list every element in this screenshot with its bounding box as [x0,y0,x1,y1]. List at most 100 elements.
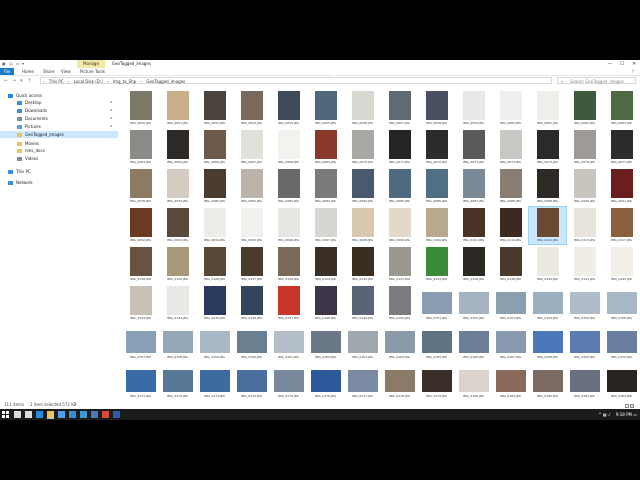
file-item[interactable]: IMG_0088.JPG [492,168,529,205]
file-item[interactable]: IMG_0143.JPG [122,285,159,322]
forward-arrow-icon[interactable]: → [12,77,16,85]
breadcrumb-geotagged-images[interactable]: GeoTagged_images [146,79,185,84]
tab-home[interactable]: Home [22,68,34,75]
file-item[interactable]: IMG_0141.JPG [566,246,603,283]
file-item[interactable]: IMG_0164.JPG [381,324,418,361]
task-view-icon[interactable] [25,411,32,418]
file-item[interactable]: IMG_0161.JPG [270,324,307,361]
clock[interactable]: 9:18 PM [616,412,632,417]
file-item[interactable]: IMG_0052.JPG [196,90,233,127]
file-item[interactable]: IMG_0178.JPG [381,363,418,398]
mail-icon[interactable] [69,411,76,418]
file-item[interactable]: IMG_0173.JPG [196,363,233,398]
sidebar-item-movies[interactable]: Movies [0,140,118,147]
file-item[interactable]: IMG_0177.JPG [344,363,381,398]
file-item[interactable]: IMG_0076.JPG [566,129,603,166]
file-item[interactable]: IMG_0090.JPG [566,168,603,205]
notification-icon[interactable]: ▭ [633,412,637,417]
tab-file[interactable]: File [0,68,14,75]
sidebar-item-downloads[interactable]: Downloads ✱ [0,107,118,114]
file-item[interactable]: IMG_0063.JPG [603,90,640,127]
file-item[interactable]: IMG_0147.JPG [270,285,307,322]
file-item[interactable]: IMG_0156.JPG [603,285,640,322]
file-item[interactable]: IMG_0133.JPG [418,246,455,283]
file-item[interactable]: IMG_0179.JPG [418,363,455,398]
file-item[interactable]: IMG_0085.JPG [381,168,418,205]
file-item[interactable]: IMG_0058.JPG [418,90,455,127]
tab-picture-tools[interactable]: Picture Tools [80,68,105,75]
file-item[interactable]: IMG_0160.JPG [233,324,270,361]
file-item[interactable]: IMG_0158.JPG [159,324,196,361]
file-item[interactable]: IMG_0174.JPG [233,363,270,398]
file-item[interactable]: IMG_0168.JPG [529,324,566,361]
recent-locations-icon[interactable]: ▾ [20,77,23,85]
file-item[interactable]: IMG_0128.JPG [270,246,307,283]
file-item[interactable]: IMG_0071.JPG [381,129,418,166]
file-item[interactable]: IMG_0138.JPG [492,246,529,283]
file-item[interactable]: IMG_0094.JPG [196,207,233,244]
file-item[interactable]: IMG_0157.JPG [122,324,159,361]
properties-icon[interactable]: ☑ [9,61,14,66]
file-item[interactable]: IMG_0092.JPG [122,207,159,244]
file-item[interactable]: IMG_0056.JPG [344,90,381,127]
file-item[interactable]: IMG_0165.JPG [418,324,455,361]
up-arrow-icon[interactable]: ↑ [27,77,31,85]
file-item[interactable]: IMG_0074.JPG [492,129,529,166]
file-item[interactable]: IMG_0081.JPG [233,168,270,205]
file-item[interactable]: IMG_0180.JPG [455,363,492,398]
file-item[interactable]: IMG_0064.JPG [122,129,159,166]
file-item[interactable]: IMG_0093.JPG [159,207,196,244]
file-item[interactable]: IMG_0087.JPG [455,168,492,205]
file-item[interactable]: IMG_0101.JPG [455,207,492,244]
file-item[interactable]: IMG_0091.JPG [603,168,640,205]
file-item[interactable]: IMG_0068.JPG [270,129,307,166]
file-item[interactable]: IMG_0117.JPG [603,207,640,244]
maximize-button[interactable]: ☐ [616,60,628,68]
address-bar[interactable]: › This PC › Local Disk (D:) › Img_to_Shp… [40,77,552,84]
file-item[interactable]: IMG_0176.JPG [307,363,344,398]
file-item[interactable]: IMG_0166.JPG [455,324,492,361]
file-item[interactable]: IMG_0126.JPG [196,246,233,283]
file-item[interactable]: IMG_0055.JPG [307,90,344,127]
file-item[interactable]: IMG_0096.JPG [270,207,307,244]
file-item[interactable]: IMG_0162.JPG [307,324,344,361]
file-item[interactable]: IMG_0059.JPG [455,90,492,127]
sidebar-item-geotagged-images[interactable]: GeoTagged_images [0,131,118,138]
tab-view[interactable]: View [61,68,71,75]
tray-chevron-icon[interactable]: ^ [598,412,601,417]
breadcrumb-img-to-shp[interactable]: Img_to_Shp [113,79,136,84]
file-item[interactable]: IMG_0145.JPG [196,285,233,322]
file-item[interactable]: IMG_0131.JPG [381,246,418,283]
file-item[interactable]: IMG_0184.JPG [603,363,640,398]
file-item[interactable]: IMG_0083.JPG [307,168,344,205]
help-icon[interactable]: ? [632,69,634,74]
file-item[interactable]: IMG_0171.JPG [122,363,159,398]
file-item[interactable]: IMG_0118.JPG [122,246,159,283]
file-item[interactable]: IMG_0129.JPG [307,246,344,283]
file-item[interactable]: IMG_0089.JPG [529,168,566,205]
minimize-button[interactable]: — [604,60,616,68]
file-item[interactable]: IMG_0053.JPG [233,90,270,127]
file-item[interactable]: IMG_0163.JPG [344,324,381,361]
file-item[interactable]: IMG_0152.JPG [455,285,492,322]
file-item[interactable]: IMG_0159.JPG [196,324,233,361]
file-item[interactable]: IMG_0079.JPG [159,168,196,205]
qat-dropdown-icon[interactable]: ▾ [22,61,27,66]
sidebar-item-videos[interactable]: Videos [0,155,118,162]
sidebar-item-this-pc[interactable]: This PC [0,168,118,175]
large-icons-view-icon[interactable] [630,404,634,408]
sidebar-item-desktop[interactable]: Desktop ✱ [0,99,118,106]
breadcrumb-this-pc[interactable]: This PC [49,79,64,84]
file-item[interactable]: IMG_0067.JPG [233,129,270,166]
search-taskbar-icon[interactable] [14,411,21,418]
file-item[interactable]: IMG_0072.JPG [418,129,455,166]
sidebar-item-network[interactable]: Network [0,179,118,186]
file-item[interactable]: IMG_0060.JPG [492,90,529,127]
file-item[interactable]: IMG_0051.JPG [159,90,196,127]
store-icon[interactable] [58,411,65,418]
file-item[interactable]: IMG_0082.JPG [270,168,307,205]
file-item[interactable]: IMG_0182.JPG [529,363,566,398]
file-item[interactable]: IMG_0097.JPG [307,207,344,244]
file-item[interactable]: IMG_0084.JPG [344,168,381,205]
file-item[interactable]: IMG_0172.JPG [159,363,196,398]
